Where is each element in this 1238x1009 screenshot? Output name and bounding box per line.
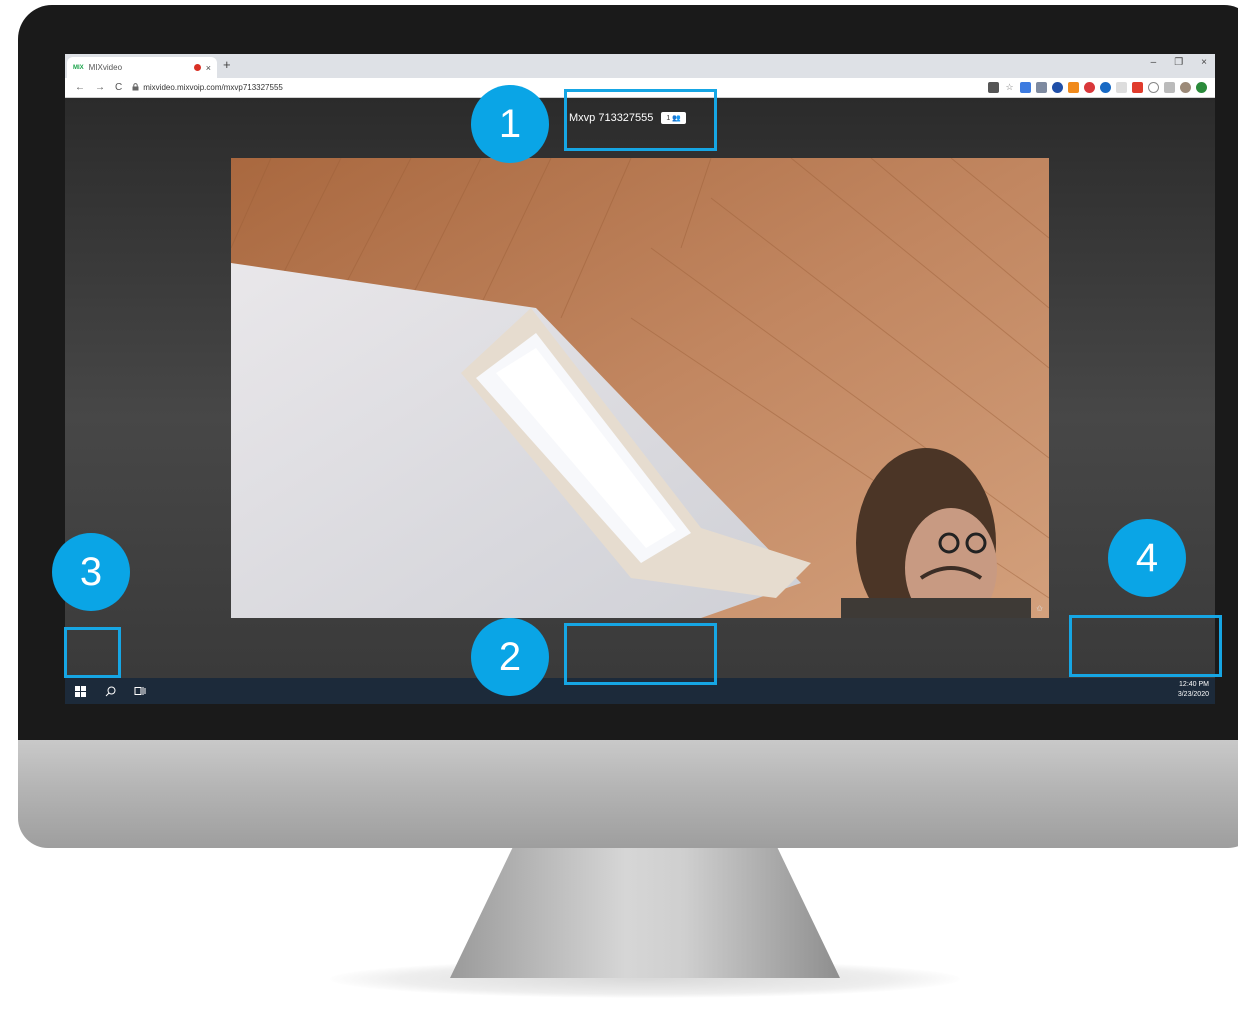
extension-icon[interactable]: [1036, 82, 1047, 93]
highlight-box-4: [1069, 615, 1222, 677]
pin-icon[interactable]: ✩: [1036, 604, 1043, 613]
monitor-chin: [18, 740, 1238, 848]
extension-icon[interactable]: [1116, 82, 1127, 93]
camera-extension-icon[interactable]: [988, 82, 999, 93]
search-icon[interactable]: [95, 678, 125, 704]
callout-3: 3: [52, 533, 130, 611]
restore-button[interactable]: ❐: [1174, 57, 1183, 68]
callout-1: 1: [471, 85, 549, 163]
extension-icon[interactable]: [1100, 82, 1111, 93]
clock-time: 12:40 PM: [1179, 681, 1209, 688]
bookmark-star-icon[interactable]: ☆: [1004, 82, 1015, 93]
callout-4: 4: [1108, 519, 1186, 597]
extension-icon[interactable]: [1068, 82, 1079, 93]
extension-icon[interactable]: [1164, 82, 1175, 93]
highlight-box-2: [564, 623, 717, 685]
callout-2: 2: [471, 618, 549, 696]
url-field[interactable]: mixvideo.mixvoip.com/mxvp713327555: [143, 83, 283, 92]
profile-avatar[interactable]: [1180, 82, 1191, 93]
meeting-app: Mxvp 713327555 1 👥 ✩: [65, 98, 1215, 704]
window-controls: – ❐ ×: [1151, 57, 1207, 68]
tab-close-icon[interactable]: ×: [206, 63, 211, 73]
tab-favicon: MIX: [73, 64, 84, 71]
video-feed: ✩: [231, 158, 1049, 618]
lock-icon: [132, 82, 139, 93]
extension-icon[interactable]: [1052, 82, 1063, 93]
new-tab-button[interactable]: +: [223, 57, 231, 72]
tab-title: MIXvideo: [88, 63, 123, 72]
extension-icon[interactable]: [1020, 82, 1031, 93]
system-clock[interactable]: 12:40 PM 3/23/2020: [1178, 680, 1209, 700]
extension-icon[interactable]: [1148, 82, 1159, 93]
back-button[interactable]: ←: [75, 82, 85, 93]
close-window-button[interactable]: ×: [1201, 57, 1207, 68]
extension-icon[interactable]: [1084, 82, 1095, 93]
clock-date: 3/23/2020: [1177, 691, 1209, 698]
browser-tab-bar: MIX MIXvideo × + – ❐ ×: [65, 54, 1215, 78]
stage: MIX MIXvideo × + – ❐ × ← → C mixvideo.mi…: [0, 0, 1238, 1009]
screen: MIX MIXvideo × + – ❐ × ← → C mixvideo.mi…: [65, 54, 1215, 704]
windows-start-icon[interactable]: [65, 678, 95, 704]
extension-toolbar: ☆: [988, 82, 1207, 93]
recording-indicator-icon: [193, 64, 201, 71]
browser-tab[interactable]: MIX MIXvideo ×: [67, 57, 217, 78]
highlight-box-3: [64, 627, 121, 678]
video-frame-image: [231, 158, 1049, 618]
monitor-stand: [450, 848, 840, 978]
minimize-button[interactable]: –: [1151, 57, 1157, 68]
forward-button[interactable]: →: [95, 82, 105, 93]
task-view-icon[interactable]: [125, 678, 155, 704]
extension-icon[interactable]: [1132, 82, 1143, 93]
reload-button[interactable]: C: [115, 82, 122, 93]
highlight-box-1: [564, 89, 717, 151]
extension-icon[interactable]: [1196, 82, 1207, 93]
